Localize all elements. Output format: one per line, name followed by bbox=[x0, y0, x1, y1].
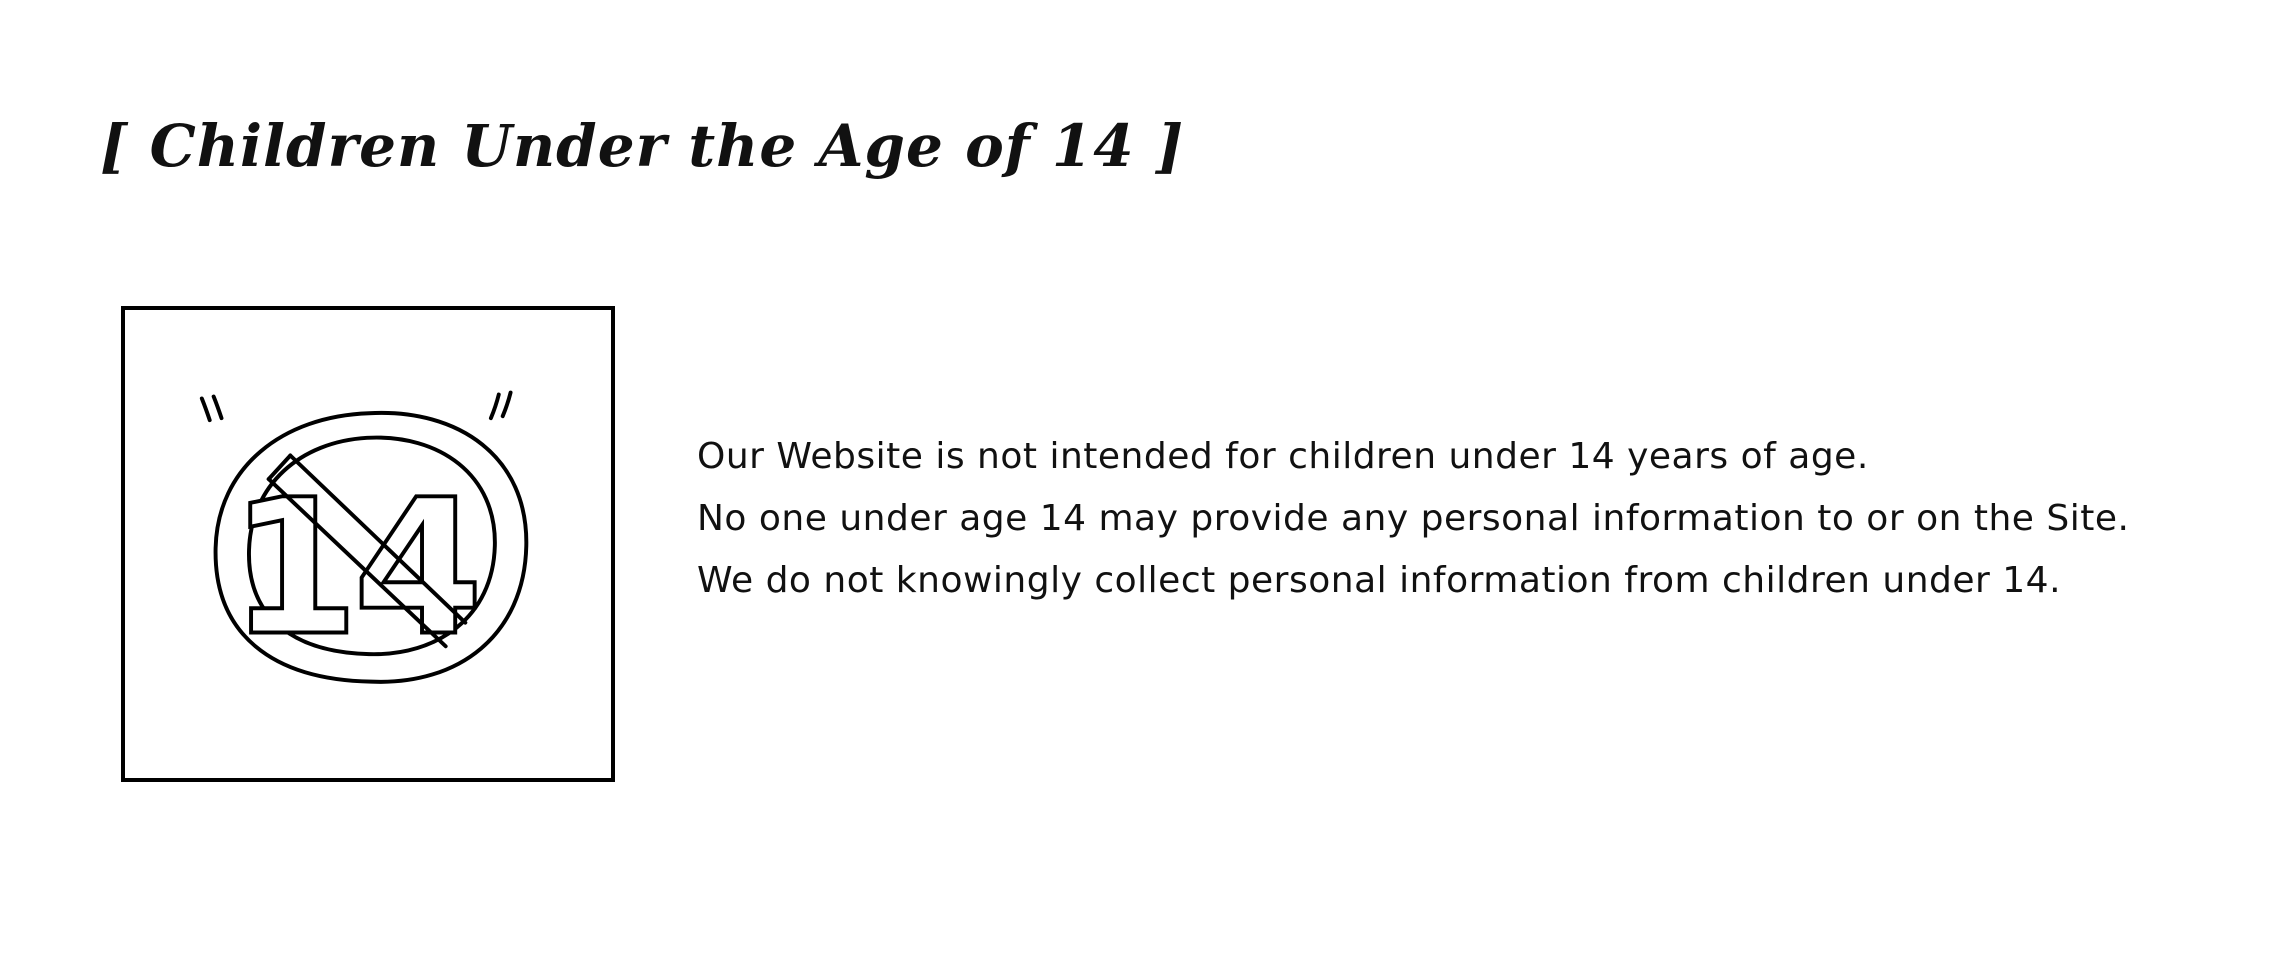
page-title: [ Children Under the Age of 14 ] bbox=[100, 112, 1185, 180]
notice-line: No one under age 14 may provide any pers… bbox=[697, 498, 2130, 539]
privacy-notice: Our Website is not intended for children… bbox=[697, 426, 2237, 612]
notice-line: We do not knowingly collect personal inf… bbox=[697, 560, 2062, 601]
age-restriction-illustration: 14 bbox=[121, 306, 615, 782]
no-under-14-icon: 14 bbox=[199, 390, 529, 684]
notice-line: Our Website is not intended for children… bbox=[697, 436, 1869, 477]
symbol-text: 14 bbox=[229, 460, 477, 677]
